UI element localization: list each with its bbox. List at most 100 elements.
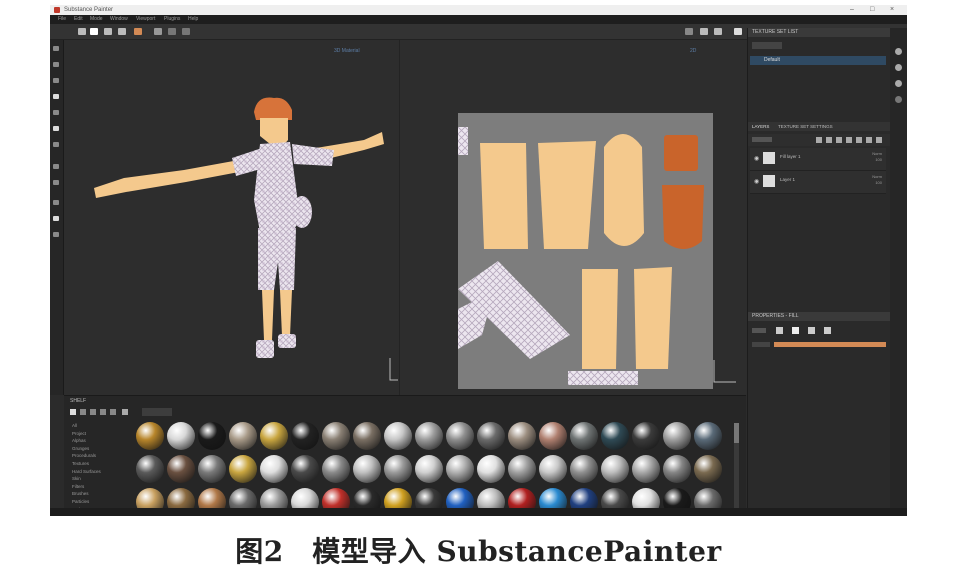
material-preview-ball[interactable] [322, 422, 350, 450]
shelf-category[interactable]: Particles [72, 498, 134, 506]
history-back-icon[interactable] [168, 28, 176, 35]
viewport-layout-icon[interactable] [685, 28, 693, 35]
viewport-2d-label[interactable]: 2D [690, 48, 696, 54]
camera-icon[interactable] [104, 28, 112, 35]
material-preview-ball[interactable] [291, 422, 319, 450]
shelf-scrollbar[interactable] [734, 423, 739, 513]
material-preview-ball[interactable] [632, 455, 660, 483]
camera-settings-icon[interactable] [734, 28, 742, 35]
material-preview-ball[interactable] [570, 422, 598, 450]
geometry-mask-icon[interactable] [53, 94, 59, 99]
active-tool-icon[interactable] [134, 28, 142, 35]
material-preview-ball[interactable] [601, 422, 629, 450]
material-preview-ball[interactable] [539, 455, 567, 483]
shelf-category[interactable]: Skin [72, 475, 134, 483]
shelf-category[interactable]: Hard Surfaces [72, 468, 134, 476]
add-folder-icon[interactable] [856, 137, 862, 143]
tab-layers[interactable]: LAYERS [752, 122, 769, 131]
display-panel-icon[interactable] [895, 80, 902, 87]
texture-set-filter[interactable] [752, 42, 782, 49]
shelf-refresh-icon[interactable] [110, 409, 116, 415]
shelf-category[interactable]: All [72, 422, 134, 430]
shelf-category[interactable]: Filters [72, 483, 134, 491]
uv-projection-icon[interactable] [776, 327, 783, 334]
close-button[interactable]: × [890, 5, 894, 15]
material-preview-ball[interactable] [136, 455, 164, 483]
viewport-3d[interactable]: 3D Material [64, 40, 399, 395]
material-preview-ball[interactable] [384, 422, 412, 450]
material-preview-ball[interactable] [632, 422, 660, 450]
material-preview-ball[interactable] [694, 455, 722, 483]
add-effect-icon[interactable] [846, 137, 852, 143]
add-mask-icon[interactable] [836, 137, 842, 143]
shelf-filter-icon[interactable] [122, 409, 128, 415]
duplicate-icon[interactable] [866, 137, 872, 143]
planar-icon[interactable] [808, 327, 815, 334]
material-preview-ball[interactable] [663, 455, 691, 483]
history-forward-icon[interactable] [182, 28, 190, 35]
blend-mode-dropdown[interactable] [752, 137, 772, 142]
spherical-icon[interactable] [824, 327, 831, 334]
material-preview-ball[interactable] [508, 422, 536, 450]
menu-mode[interactable]: Mode [90, 15, 103, 24]
shelf-search-input[interactable] [142, 408, 172, 416]
triplanar-icon[interactable] [792, 327, 799, 334]
material-preview-ball[interactable] [322, 455, 350, 483]
delete-layer-icon[interactable] [876, 137, 882, 143]
color-slider[interactable] [774, 342, 886, 347]
layers-panel-icon[interactable] [895, 48, 902, 55]
menu-edit[interactable]: Edit [74, 15, 83, 24]
picker-tool-icon[interactable] [53, 142, 59, 147]
material-preview-ball[interactable] [477, 455, 505, 483]
material-preview-ball[interactable] [539, 422, 567, 450]
material-preview-ball[interactable] [198, 455, 226, 483]
menu-viewport[interactable]: Viewport [136, 15, 155, 24]
grid-icon[interactable] [118, 28, 126, 35]
layer-row[interactable]: ◉ Fill layer 1 Norm 100 [750, 148, 886, 171]
add-fill-icon[interactable] [826, 137, 832, 143]
menu-plugins[interactable]: Plugins [164, 15, 180, 24]
material-preview-ball[interactable] [663, 422, 691, 450]
log-icon[interactable] [53, 232, 59, 237]
material-preview-ball[interactable] [167, 455, 195, 483]
shelf-category[interactable]: Project [72, 430, 134, 438]
symmetry-icon[interactable] [90, 28, 98, 35]
visibility-eye-icon[interactable]: ◉ [754, 155, 759, 162]
screenshot-icon[interactable] [714, 28, 722, 35]
material-preview-ball[interactable] [508, 455, 536, 483]
bake-icon[interactable] [53, 180, 59, 185]
material-preview-ball[interactable] [415, 455, 443, 483]
material-preview-ball[interactable] [229, 422, 257, 450]
paint-mode-icon[interactable] [78, 28, 86, 35]
menu-file[interactable]: File [58, 15, 66, 24]
minimize-button[interactable]: – [850, 5, 854, 15]
display-settings-icon[interactable] [53, 200, 59, 205]
eraser-tool-icon[interactable] [53, 62, 59, 67]
history-panel-icon[interactable] [895, 96, 902, 103]
projection-tool-icon[interactable] [53, 78, 59, 83]
material-preview-ball[interactable] [229, 455, 257, 483]
clone-tool-icon[interactable] [53, 126, 59, 131]
properties-panel-icon[interactable] [895, 64, 902, 71]
add-layer-icon[interactable] [816, 137, 822, 143]
material-preview-ball[interactable] [353, 455, 381, 483]
material-preview-ball[interactable] [136, 422, 164, 450]
shelf-grid-icon[interactable] [90, 409, 96, 415]
viewport-3d-label[interactable]: 3D Material [334, 48, 360, 54]
material-preview-ball[interactable] [384, 455, 412, 483]
menu-help[interactable]: Help [188, 15, 198, 24]
shelf-category[interactable]: Brushes [72, 490, 134, 498]
material-preview-ball[interactable] [167, 422, 195, 450]
polygon-fill-icon[interactable] [53, 164, 59, 169]
material-preview-ball[interactable] [601, 455, 629, 483]
shader-settings-icon[interactable] [53, 216, 59, 221]
material-preview-ball[interactable] [260, 422, 288, 450]
shelf-category[interactable]: Grunges [72, 445, 134, 453]
viewport-2d[interactable]: 2D [399, 40, 747, 395]
material-preview-ball[interactable] [291, 455, 319, 483]
shelf-folder-icon[interactable] [70, 409, 76, 415]
material-preview-ball[interactable] [353, 422, 381, 450]
shelf-category[interactable]: Alphas [72, 437, 134, 445]
material-preview-ball[interactable] [260, 455, 288, 483]
shelf-category[interactable]: Textures [72, 460, 134, 468]
